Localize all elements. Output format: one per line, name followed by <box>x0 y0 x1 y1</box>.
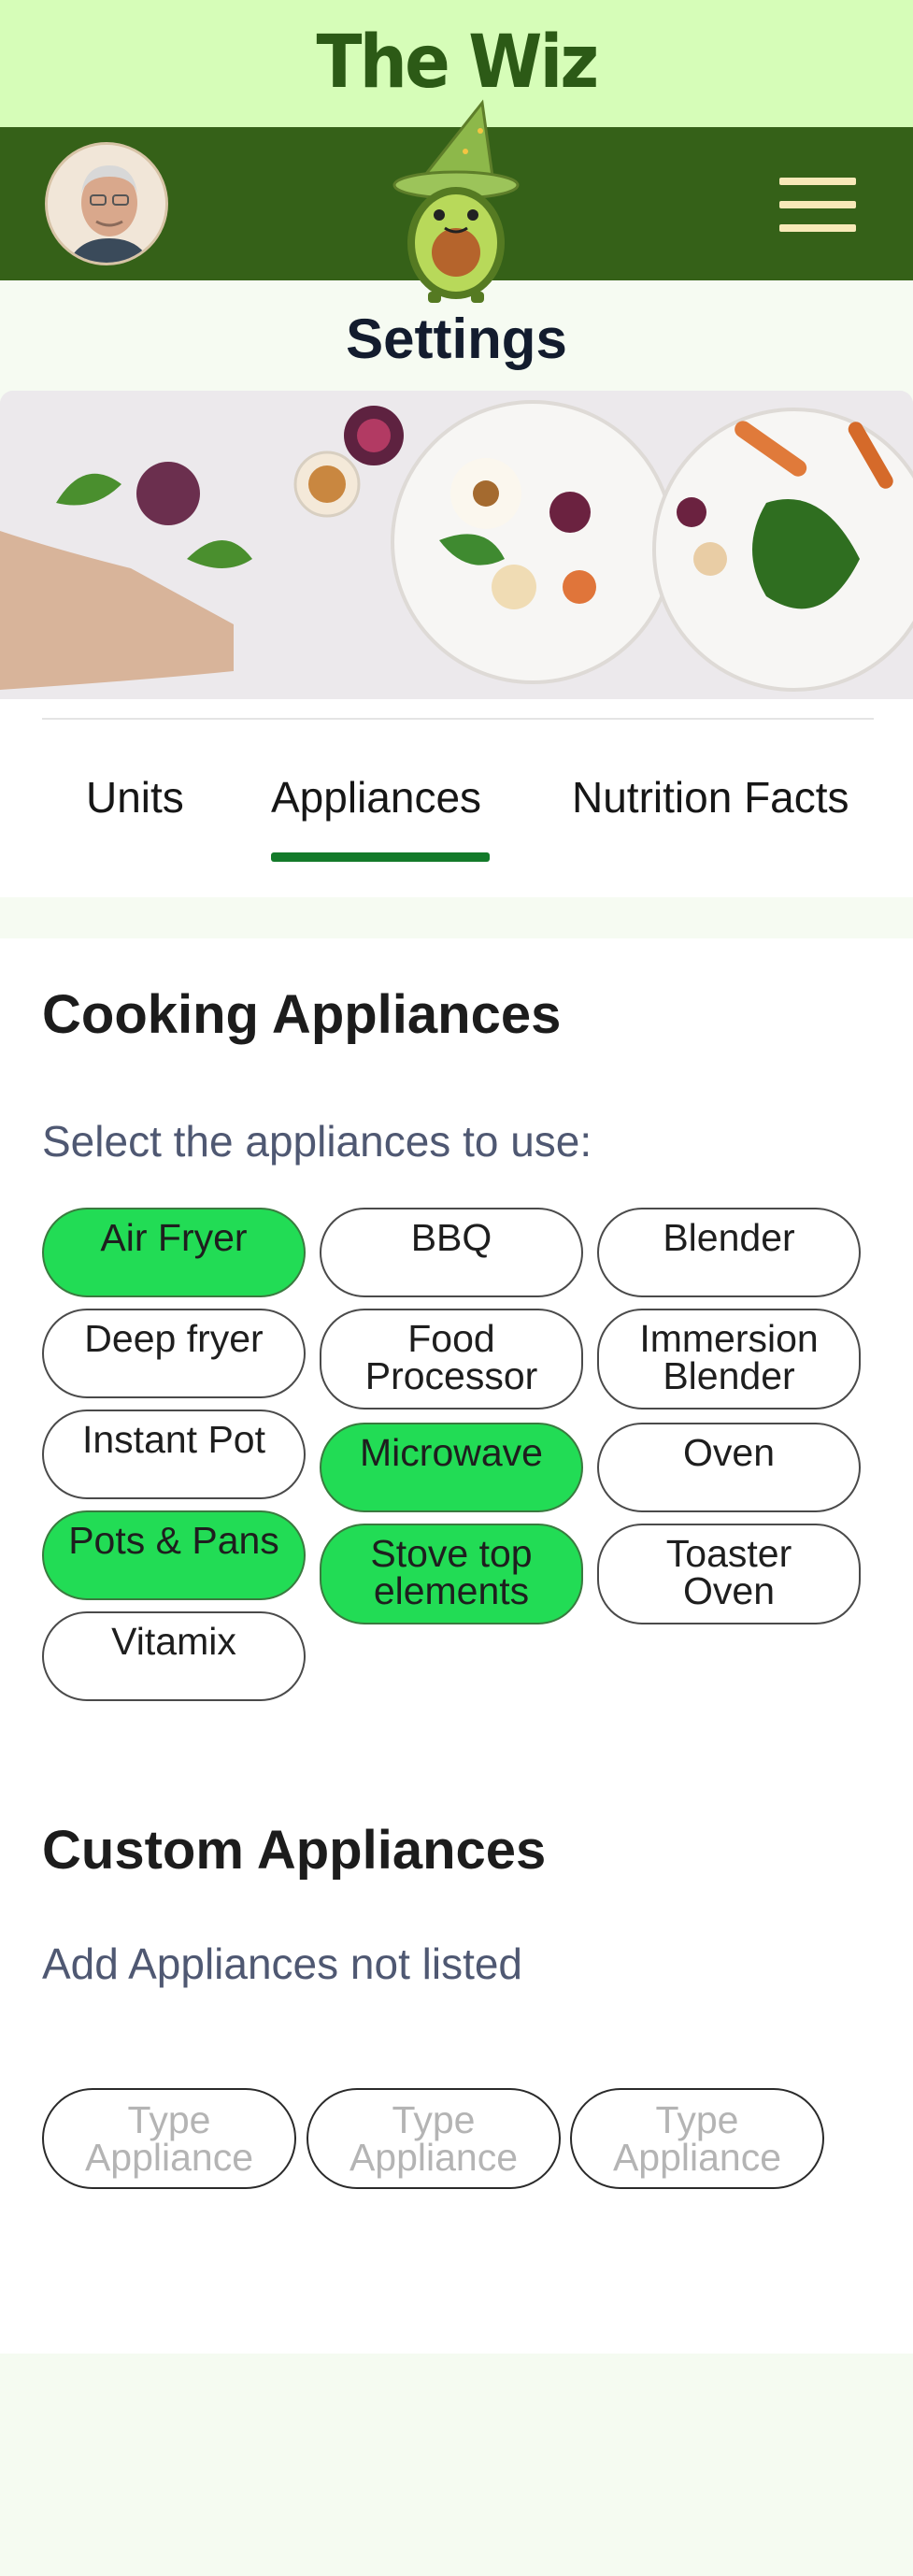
appliance-chip-toaster-oven[interactable]: Toaster Oven <box>597 1524 861 1624</box>
input-placeholder: Type Appliance <box>84 2098 254 2179</box>
chip-label: Immersion Blender <box>639 1317 819 1397</box>
avocado-wizard-mascot-icon <box>391 93 521 305</box>
tabs-panel: Units Appliances Nutrition Facts <box>0 699 913 897</box>
tab-appliances[interactable]: Appliances <box>271 772 481 823</box>
input-placeholder: Type Appliance <box>612 2098 782 2179</box>
custom-appliances-heading: Custom Appliances <box>42 1820 547 1881</box>
app-title: The Wiz <box>316 21 600 105</box>
hero-image <box>0 391 913 699</box>
cooking-appliances-subheading: Select the appliances to use: <box>42 1117 592 1166</box>
nav-bar <box>0 99 913 303</box>
tab-units[interactable]: Units <box>86 772 184 823</box>
hamburger-menu-icon[interactable] <box>779 178 856 232</box>
appliance-chip-instant-pot[interactable]: Instant Pot <box>42 1410 306 1499</box>
avatar[interactable] <box>45 142 168 265</box>
chip-label: Food Processor <box>364 1317 538 1397</box>
active-tab-indicator <box>271 852 490 862</box>
page-title: Settings <box>346 308 567 370</box>
custom-appliance-input-2[interactable]: Type Appliance <box>307 2088 561 2189</box>
appliance-chip-oven[interactable]: Oven <box>597 1423 861 1512</box>
divider <box>42 718 874 720</box>
appliance-chip-pots-pans[interactable]: Pots & Pans <box>42 1510 306 1600</box>
footer-area <box>0 2354 913 2576</box>
cooking-appliances-heading: Cooking Appliances <box>42 984 562 1045</box>
input-placeholder: Type Appliance <box>349 2098 519 2179</box>
appliance-chip-deep-fryer[interactable]: Deep fryer <box>42 1309 306 1398</box>
appliance-chip-vitamix[interactable]: Vitamix <box>42 1611 306 1701</box>
appliance-chip-immersion-blender[interactable]: Immersion Blender <box>597 1309 861 1410</box>
appliance-chip-stove-top-elements[interactable]: Stove top elements <box>320 1524 583 1624</box>
appliance-chip-microwave[interactable]: Microwave <box>320 1423 583 1512</box>
custom-appliance-input-3[interactable]: Type Appliance <box>570 2088 824 2189</box>
appliance-chip-food-processor[interactable]: Food Processor <box>320 1309 583 1410</box>
custom-appliances-subheading: Add Appliances not listed <box>42 1939 523 1988</box>
chip-label: Toaster Oven <box>665 1532 792 1612</box>
chip-label: Stove top elements <box>370 1532 533 1612</box>
custom-appliance-input-1[interactable]: Type Appliance <box>42 2088 296 2189</box>
appliance-chip-blender[interactable]: Blender <box>597 1208 861 1297</box>
appliance-chip-bbq[interactable]: BBQ <box>320 1208 583 1297</box>
tab-nutrition-facts[interactable]: Nutrition Facts <box>572 772 849 823</box>
appliance-chip-air-fryer[interactable]: Air Fryer <box>42 1208 306 1297</box>
